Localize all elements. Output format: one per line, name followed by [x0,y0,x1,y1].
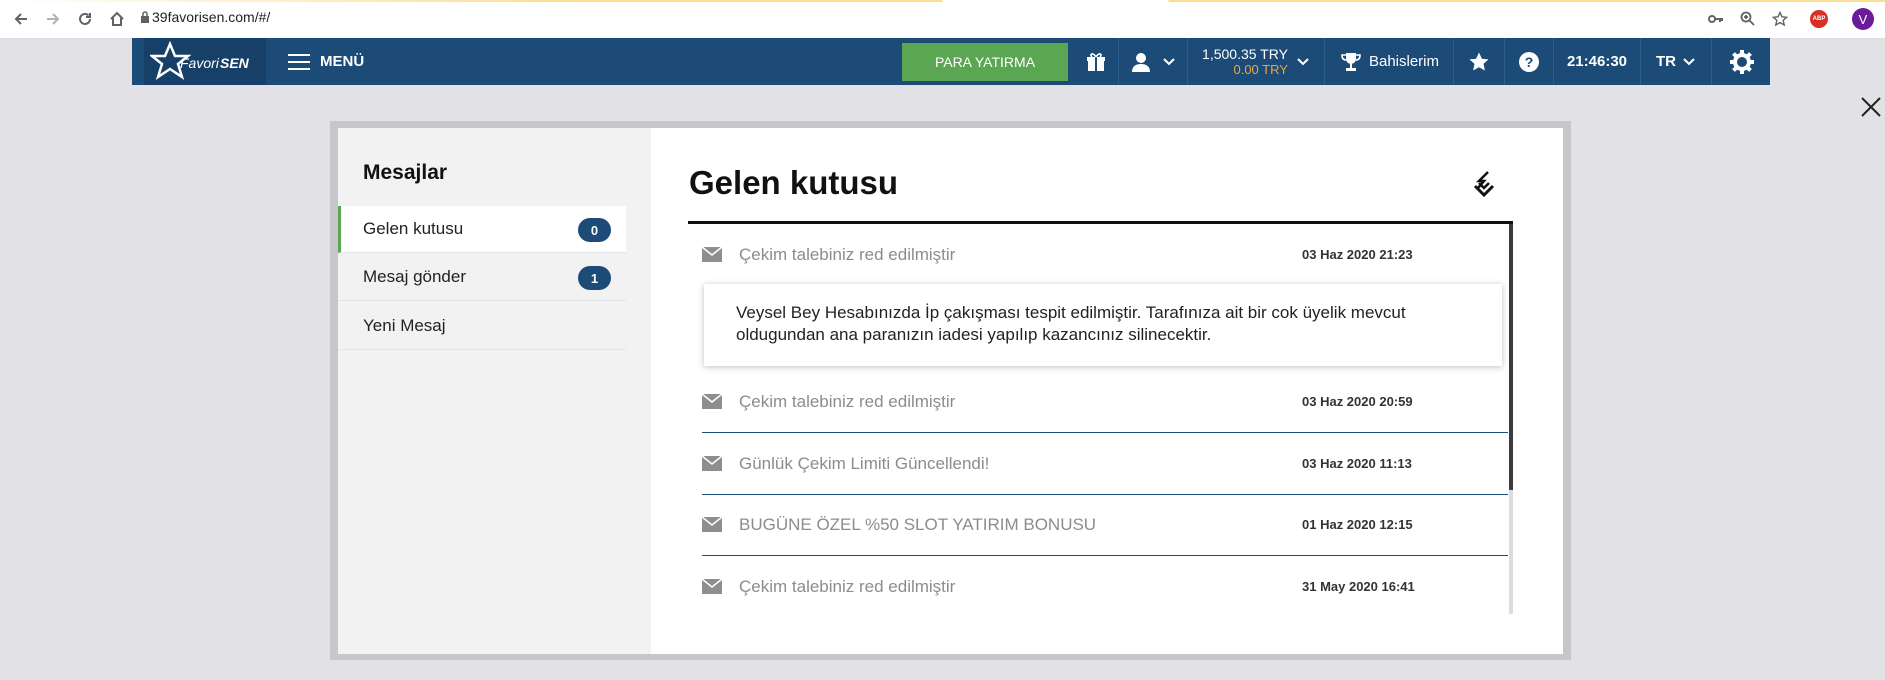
reload-icon[interactable] [74,8,96,30]
sidebar-item-label: Gelen kutusu [363,219,464,238]
scrollbar-thumb[interactable] [1509,224,1513,490]
svg-text:?: ? [1525,54,1534,70]
message-row[interactable]: BUGÜNE ÖZEL %50 SLOT YATIRIM BONUSU 01 H… [702,494,1508,556]
language-label: TR [1656,53,1676,70]
chevron-down-icon [1683,57,1695,65]
main-balance: 1,500.35 TRY [1202,46,1288,62]
collapse-icon[interactable] [1471,170,1497,202]
message-list: Çekim talebiniz red edilmiştir 03 Haz 20… [688,224,1513,614]
message-row[interactable]: Günlük Çekim Limiti Güncellendi! 03 Haz … [702,433,1508,495]
profile-avatar[interactable]: V [1852,8,1874,30]
svg-text:SEN: SEN [220,55,250,71]
my-bets-button[interactable]: Bahislerim [1324,38,1453,85]
clock: 21:46:30 [1553,38,1640,85]
user-icon [1132,52,1150,72]
balance-dropdown[interactable]: 1,500.35 TRY 0.00 TRY [1187,38,1324,85]
message-body-text: Veysel Bey Hesabınızda İp çakışması tesp… [736,303,1406,344]
message-subject: Günlük Çekim Limiti Güncellendi! [739,453,990,473]
message-subject: BUGÜNE ÖZEL %50 SLOT YATIRIM BONUSU [739,514,1097,534]
message-row[interactable]: Çekim talebiniz red edilmiştir 03 Haz 20… [702,224,1508,285]
site-logo[interactable]: Favori SEN [144,38,266,85]
browser-toolbar: 39favorisen.com/#/ ABP V [0,0,1885,39]
envelope-icon [702,247,722,262]
trophy-icon [1341,52,1361,71]
page-title: Gelen kutusu [689,164,899,201]
message-row[interactable]: Çekim talebiniz red edilmiştir 31 May 20… [702,556,1508,614]
menu-icon [288,53,310,70]
sidebar-item-send-message[interactable]: Mesaj gönder 1 [338,254,626,301]
favorites-star-icon[interactable] [1453,38,1504,85]
message-date: 01 Haz 2020 12:15 [1302,517,1413,532]
gift-icon[interactable] [1075,38,1117,85]
bonus-balance: 0.00 TRY [1233,62,1288,77]
sent-count-badge: 1 [578,266,611,290]
sidebar-item-label: Yeni Mesaj [363,316,446,335]
message-subject: Çekim talebiniz red edilmiştir [739,576,956,596]
home-icon[interactable] [106,8,128,30]
message-subject: Çekim talebiniz red edilmiştir [739,391,956,411]
loading-bar [0,0,1885,2]
main-menu-button[interactable]: MENÜ [288,38,364,85]
message-subject: Çekim talebiniz red edilmiştir [739,244,956,264]
messages-modal: Mesajlar Gelen kutusu 0 Mesaj gönder 1 Y… [338,128,1563,654]
message-date: 31 May 2020 16:41 [1302,579,1415,594]
deposit-button[interactable]: PARA YATIRMA [902,43,1068,81]
zoom-icon[interactable] [1738,9,1758,29]
settings-gear-icon[interactable] [1711,38,1771,85]
message-date: 03 Haz 2020 20:59 [1302,394,1413,409]
balance-values: 1,500.35 TRY 0.00 TRY [1202,46,1288,77]
sidebar-item-new-message[interactable]: Yeni Mesaj [338,303,626,350]
message-body: Veysel Bey Hesabınızda İp çakışması tesp… [704,284,1502,366]
back-icon[interactable] [10,8,32,30]
envelope-icon [702,394,722,409]
lock-icon [141,11,149,23]
address-bar[interactable]: 39favorisen.com/#/ [152,9,270,25]
sidebar-title: Mesajlar [363,161,448,184]
envelope-icon [702,579,722,594]
envelope-icon [702,456,722,471]
message-date: 03 Haz 2020 21:23 [1302,247,1413,262]
sidebar-item-label: Mesaj gönder [363,267,467,286]
site-header: Favori SEN MENÜ PARA YATIRMA 1,500.35 TR… [132,38,1770,85]
chevron-down-icon [1163,57,1175,65]
menu-label: MENÜ [320,53,365,70]
help-icon[interactable]: ? [1504,38,1553,85]
messages-sidebar: Mesajlar Gelen kutusu 0 Mesaj gönder 1 Y… [338,128,651,654]
chevron-down-icon [1297,57,1309,65]
message-row[interactable]: Çekim talebiniz red edilmiştir 03 Haz 20… [702,371,1508,433]
key-icon[interactable] [1706,9,1726,29]
adblock-icon[interactable]: ABP [1810,10,1828,28]
message-date: 03 Haz 2020 11:13 [1302,456,1412,471]
svg-text:Favori: Favori [180,55,220,71]
forward-icon[interactable] [42,8,64,30]
sidebar-item-inbox[interactable]: Gelen kutusu 0 [338,206,626,253]
inbox-count-badge: 0 [578,218,611,242]
language-selector[interactable]: TR [1640,38,1711,85]
bookmark-star-icon[interactable] [1770,9,1790,29]
envelope-icon [702,517,722,532]
close-icon[interactable] [1860,96,1882,118]
my-bets-label: Bahislerim [1368,53,1440,70]
inbox-panel: Gelen kutusu Çekim talebiniz red edilmiş… [651,128,1563,654]
user-menu[interactable] [1118,38,1187,85]
